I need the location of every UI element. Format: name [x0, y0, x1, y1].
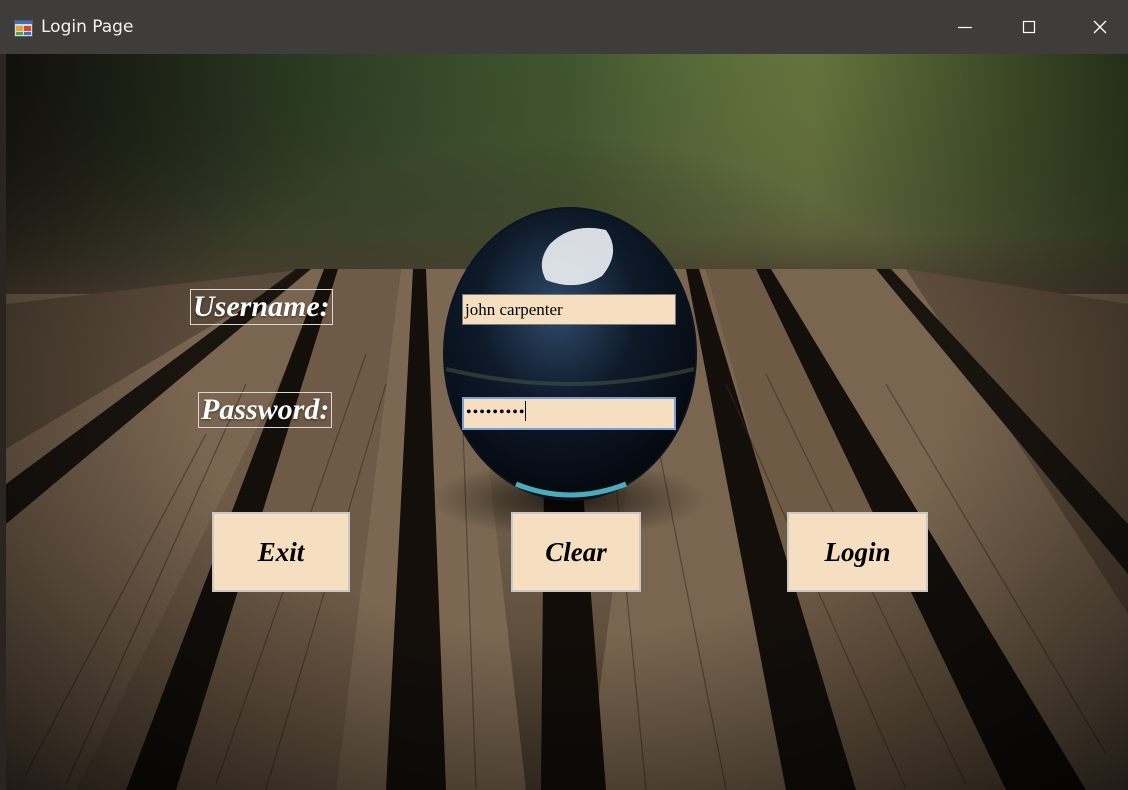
close-icon — [1093, 20, 1107, 34]
password-input[interactable]: ••••••••• — [462, 397, 676, 430]
password-mask: ••••••••• — [466, 404, 526, 421]
app-icon — [14, 20, 33, 37]
window-title: Login Page — [41, 17, 134, 37]
title-bar[interactable]: Login Page — [0, 0, 1128, 54]
password-label: Password: — [198, 392, 333, 428]
close-button[interactable] — [1072, 0, 1128, 54]
minimize-icon — [958, 26, 972, 29]
form-area: Username: john carpenter Password: •••••… — [6, 54, 1128, 790]
login-window: Login Page Username: john carpenter Pass… — [0, 0, 1128, 790]
text-cursor — [525, 401, 527, 421]
clear-button[interactable]: Clear — [511, 512, 641, 592]
minimize-button[interactable] — [937, 0, 993, 54]
maximize-icon — [1022, 20, 1036, 34]
maximize-button[interactable] — [1001, 0, 1057, 54]
username-input[interactable]: john carpenter — [462, 294, 676, 325]
exit-button[interactable]: Exit — [212, 512, 350, 592]
username-label: Username: — [190, 289, 333, 325]
login-button[interactable]: Login — [787, 512, 928, 592]
